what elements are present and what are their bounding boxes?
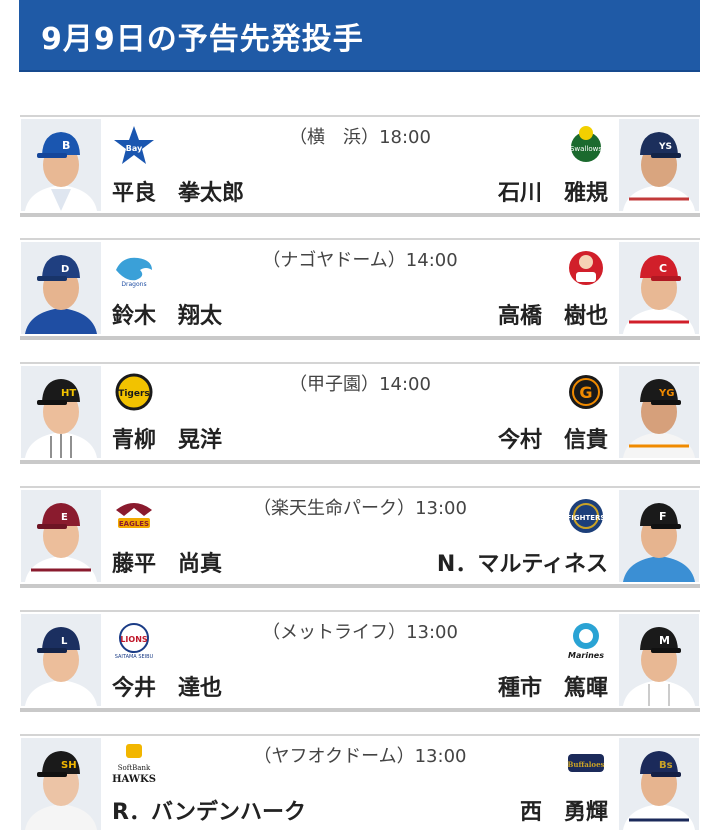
game-row[interactable]: SH SoftBank HAWKS （ヤフオクドーム）13:00 R．バンデンハ… — [20, 734, 700, 830]
page-title: 9月9日の予告先発投手 — [41, 22, 364, 57]
svg-text:EAGLES: EAGLES — [119, 520, 149, 528]
tigers-logo-icon: Tigers — [112, 370, 156, 414]
svg-text:M: M — [659, 634, 670, 647]
svg-text:Marines: Marines — [568, 651, 604, 660]
svg-text:Bay: Bay — [126, 144, 143, 153]
svg-text:Dragons: Dragons — [121, 281, 146, 288]
svg-text:LIONS: LIONS — [120, 635, 148, 644]
venue-time: （ヤフオクドーム）13:00 — [253, 746, 467, 767]
game-row[interactable]: HT Tigers （甲子園）14:00 青柳 晃洋 G 今村 信貴 YG — [20, 362, 700, 464]
svg-text:YG: YG — [658, 388, 674, 399]
venue-time: （ナゴヤドーム）14:00 — [262, 250, 458, 271]
home-pitcher-name[interactable]: 青柳 晃洋 — [112, 422, 222, 454]
svg-text:D: D — [61, 264, 69, 275]
home-pitcher-photo: D — [21, 242, 101, 334]
away-pitcher-photo: C — [619, 242, 699, 334]
svg-text:FIGHTERS: FIGHTERS — [567, 514, 606, 522]
home-pitcher-photo: SH — [21, 738, 101, 830]
svg-text:HT: HT — [61, 388, 76, 399]
buffaloes-logo-icon: Buffaloes — [564, 742, 608, 786]
svg-text:E: E — [61, 512, 68, 523]
venue-time: （メットライフ）13:00 — [262, 622, 458, 643]
swallows-logo-icon: Swallows — [564, 123, 608, 167]
home-pitcher-name[interactable]: R．バンデンハーク — [112, 794, 306, 826]
venue-time: （楽天生命パーク）13:00 — [253, 498, 467, 519]
away-pitcher-name[interactable]: 種市 篤暉 — [498, 670, 608, 702]
svg-text:Swallows: Swallows — [570, 145, 602, 153]
eagles-logo-icon: EAGLES — [112, 494, 156, 538]
away-pitcher-photo: YS — [619, 119, 699, 211]
svg-text:C: C — [659, 262, 667, 275]
home-pitcher-name[interactable]: 藤平 尚真 — [112, 546, 222, 578]
svg-text:F: F — [659, 510, 667, 523]
venue-time: （横 浜）18:00 — [289, 127, 431, 148]
away-pitcher-photo: YG — [619, 366, 699, 458]
svg-text:SAITAMA SEIBU: SAITAMA SEIBU — [115, 654, 154, 660]
venue-time: （甲子園）14:00 — [289, 374, 431, 395]
dragons-logo-icon: Dragons — [112, 246, 156, 290]
svg-text:SH: SH — [61, 760, 77, 771]
away-pitcher-photo: M — [619, 614, 699, 706]
svg-text:SoftBank: SoftBank — [118, 764, 151, 772]
carp-logo-icon — [564, 246, 608, 290]
header-bar: 9月9日の予告先発投手 — [19, 0, 700, 72]
away-pitcher-name[interactable]: N．マルティネス — [437, 546, 608, 578]
away-pitcher-name[interactable]: 高橋 樹也 — [498, 298, 608, 330]
svg-text:YS: YS — [658, 142, 672, 152]
svg-text:Tigers: Tigers — [118, 389, 150, 399]
game-row[interactable]: E EAGLES （楽天生命パーク）13:00 藤平 尚真 FIGHTERS N… — [20, 486, 700, 588]
svg-text:L: L — [61, 636, 68, 647]
home-pitcher-photo: B — [21, 119, 101, 211]
home-pitcher-photo: HT — [21, 366, 101, 458]
page: 9月9日の予告先発投手 B Bay （横 浜）18:00 平良 拳太郎 Swal… — [0, 0, 720, 830]
away-pitcher-name[interactable]: 今村 信貴 — [498, 422, 608, 454]
home-pitcher-name[interactable]: 平良 拳太郎 — [112, 175, 244, 207]
home-pitcher-photo: E — [21, 490, 101, 582]
svg-text:Buffaloes: Buffaloes — [567, 760, 604, 769]
home-pitcher-name[interactable]: 今井 達也 — [112, 670, 222, 702]
hawks-logo-icon: SoftBank HAWKS — [112, 742, 156, 786]
away-pitcher-photo: Bs — [619, 738, 699, 830]
svg-text:HAWKS: HAWKS — [112, 774, 156, 785]
home-pitcher-name[interactable]: 鈴木 翔太 — [112, 298, 222, 330]
away-pitcher-name[interactable]: 西 勇輝 — [520, 794, 608, 826]
svg-text:Bs: Bs — [659, 760, 673, 771]
game-row[interactable]: L LIONS SAITAMA SEIBU （メットライフ）13:00 今井 達… — [20, 610, 700, 712]
home-pitcher-photo: L — [21, 614, 101, 706]
game-row[interactable]: B Bay （横 浜）18:00 平良 拳太郎 Swallows 石川 雅規 Y… — [20, 115, 700, 217]
svg-text:B: B — [62, 139, 70, 152]
giants-logo-icon: G — [564, 370, 608, 414]
away-pitcher-name[interactable]: 石川 雅規 — [498, 175, 608, 207]
lions-logo-icon: LIONS SAITAMA SEIBU — [112, 618, 156, 662]
baystars-logo-icon: Bay — [112, 123, 156, 167]
game-row[interactable]: D Dragons （ナゴヤドーム）14:00 鈴木 翔太 高橋 樹也 C — [20, 238, 700, 340]
away-pitcher-photo: F — [619, 490, 699, 582]
fighters-logo-icon: FIGHTERS — [564, 494, 608, 538]
svg-text:G: G — [579, 383, 592, 402]
marines-logo-icon: Marines — [564, 618, 608, 662]
